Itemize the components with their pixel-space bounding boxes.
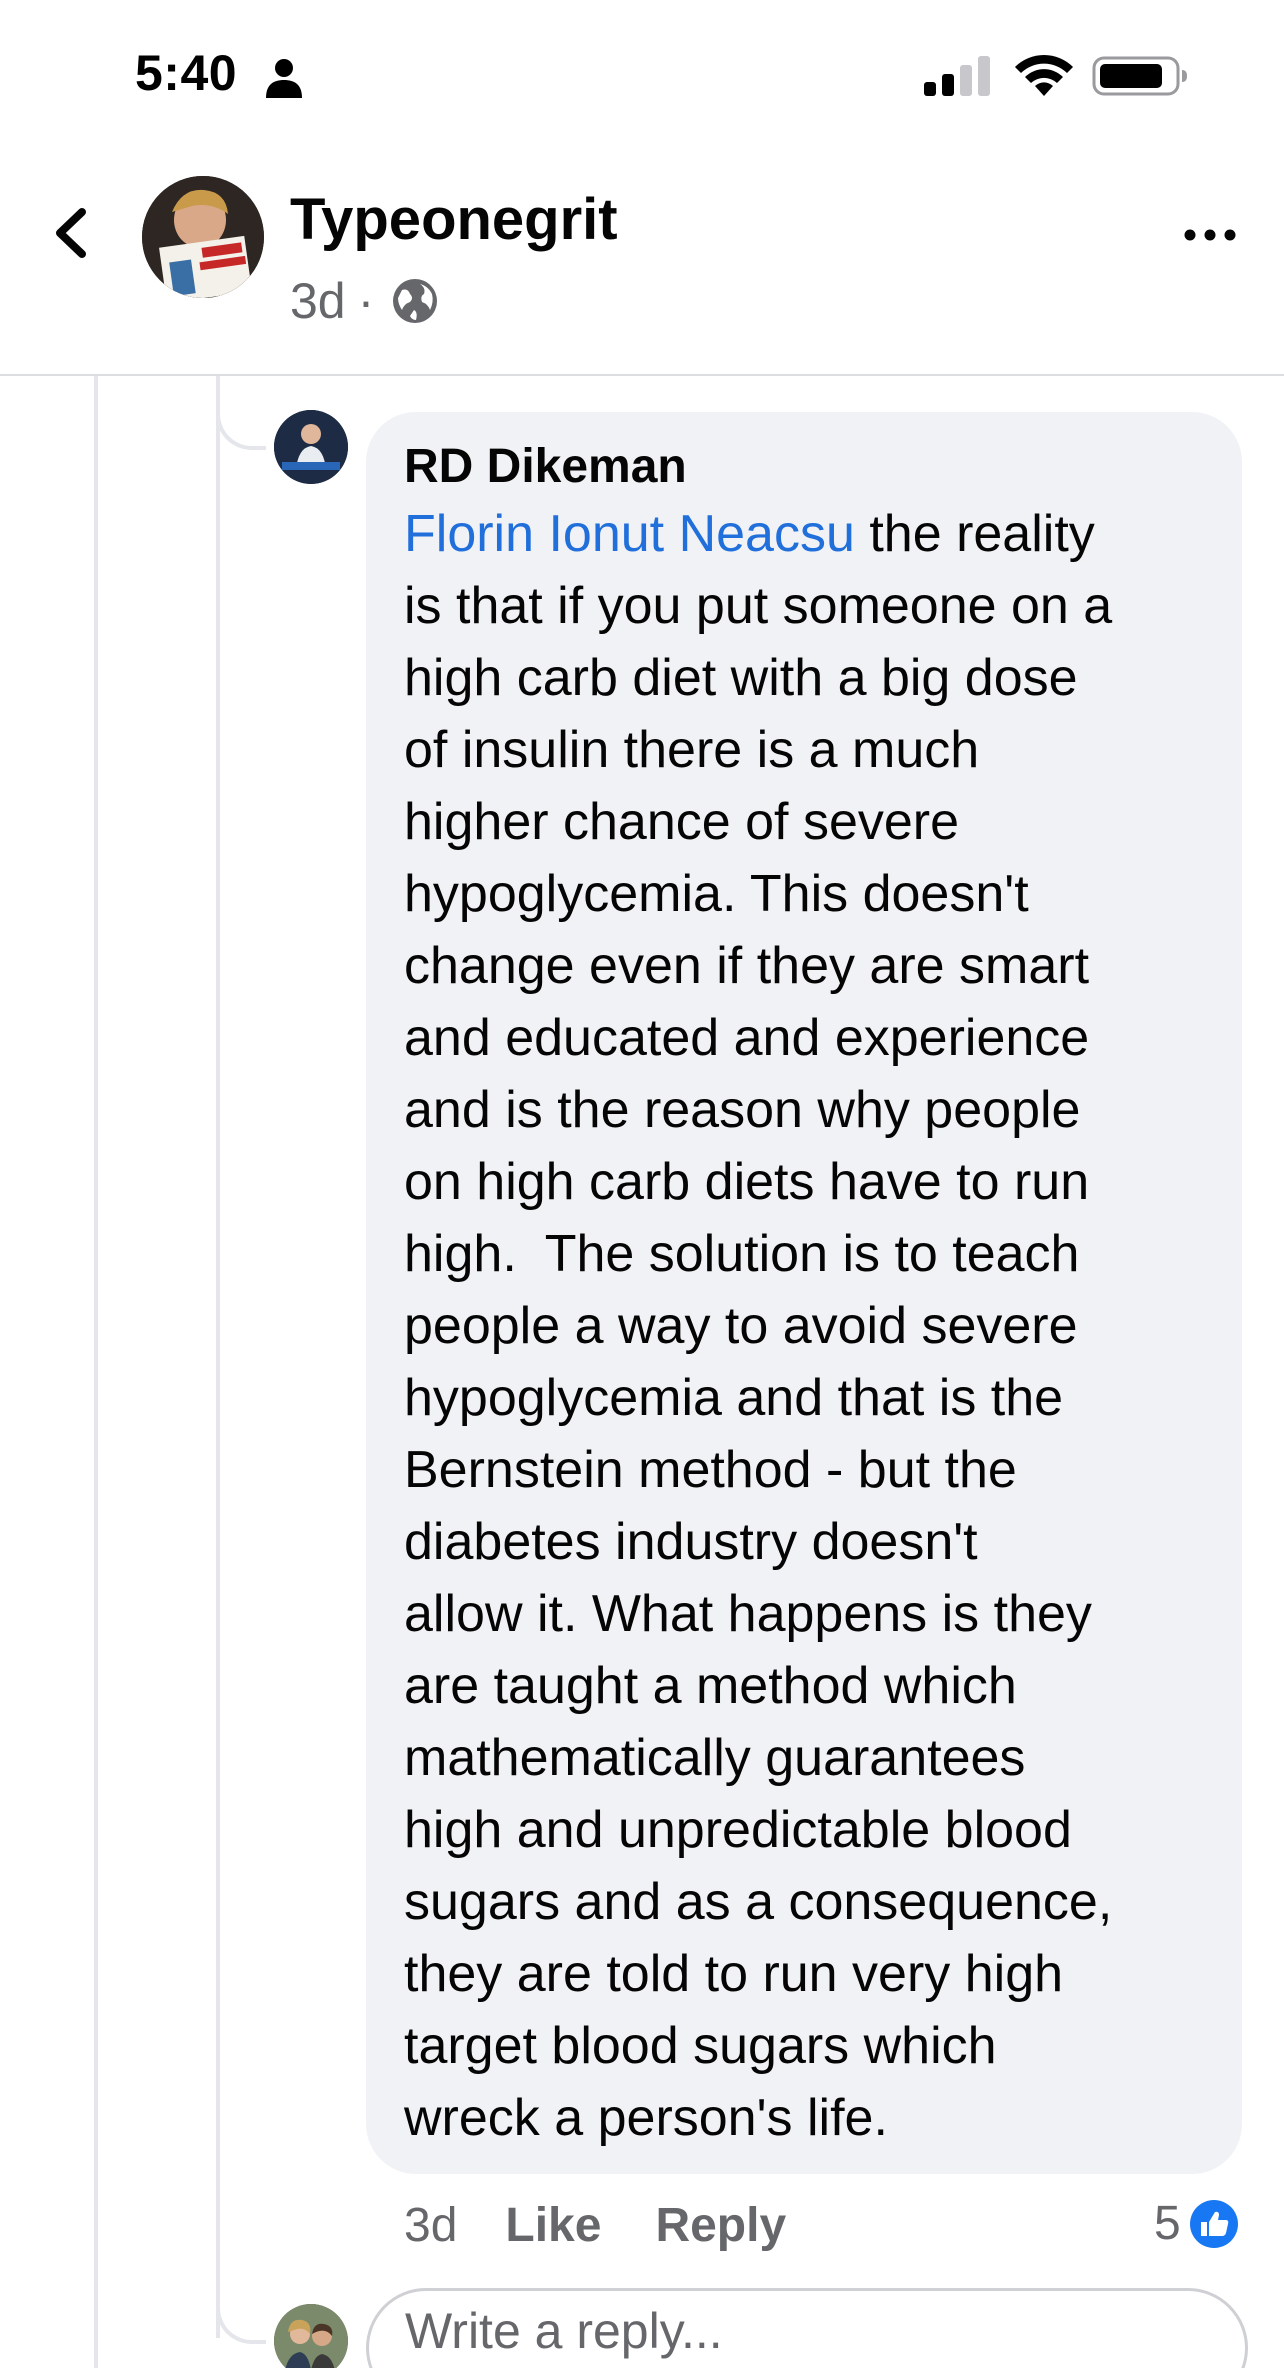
- current-user-avatar: [274, 2304, 348, 2368]
- comment-line: sugars and as a consequence,: [404, 1873, 1113, 1931]
- comment-line: change even if they are smart: [404, 937, 1090, 995]
- comment-line: mathematically guarantees: [404, 1729, 1026, 1787]
- like-reaction-icon: [1189, 2199, 1238, 2248]
- comment-line: and educated and experience: [404, 1009, 1090, 1067]
- comment-line: hypoglycemia. This doesn't: [404, 865, 1029, 923]
- globe-icon: [393, 279, 438, 323]
- page-title[interactable]: Typeonegrit: [290, 186, 618, 253]
- comment-actions: 3d Like Reply: [404, 2190, 786, 2260]
- comment-line: they are told to run very high: [404, 1945, 1064, 2003]
- person-icon: [266, 59, 302, 98]
- comment-line: higher chance of severe: [404, 793, 960, 851]
- signal-icon: [924, 56, 990, 96]
- status-time: 5:40: [135, 45, 238, 101]
- avatar-photo: [142, 176, 264, 298]
- comment-line: Florin Ionut Neacsu the reality: [404, 505, 1095, 563]
- comment-author-name[interactable]: RD Dikeman: [404, 436, 1204, 498]
- reaction-summary[interactable]: 5: [1154, 2196, 1239, 2251]
- comment-line: wreck a person's life.: [404, 2089, 888, 2147]
- thread-connector: [216, 390, 266, 450]
- comment-line: Bernstein method - but the: [404, 1441, 1017, 1499]
- header-divider: [0, 374, 1284, 376]
- comment-line: hypoglycemia and that is the: [404, 1369, 1064, 1427]
- meta-separator: ·: [357, 273, 375, 329]
- reply-placeholder: Write a reply...: [405, 2303, 723, 2359]
- comment-line: on high carb diets have to run: [404, 1153, 1090, 1211]
- thread-line: [94, 376, 98, 2368]
- comment-line: are taught a method which: [404, 1657, 1017, 1715]
- wifi-icon: [1015, 54, 1073, 96]
- comment-bubble: RD Dikeman Florin Ionut Neacsu the reali…: [366, 412, 1242, 2174]
- reply-input[interactable]: Write a reply...: [366, 2288, 1248, 2368]
- comment-line: diabetes industry doesn't: [404, 1513, 978, 1571]
- comment-line: and is the reason why people: [404, 1081, 1081, 1139]
- avatar-photo: [274, 2304, 348, 2368]
- reply-thread-line: [216, 376, 220, 2338]
- avatar-photo: [274, 410, 348, 484]
- comment-line: people a way to avoid severe: [404, 1297, 1078, 1355]
- comment-line: allow it. What happens is they: [404, 1585, 1092, 1643]
- comment-line: of insulin there is a much: [404, 721, 980, 779]
- comment-author-avatar[interactable]: [274, 410, 348, 484]
- comment-time[interactable]: 3d: [404, 2198, 457, 2253]
- comment-line: high and unpredictable blood: [404, 1801, 1072, 1859]
- more-options-button[interactable]: [1180, 220, 1240, 250]
- thread-connector: [216, 2280, 266, 2344]
- reaction-count: 5: [1154, 2197, 1181, 2250]
- post-age: 3d: [290, 273, 346, 329]
- comment-line: is that if you put someone on a: [404, 577, 1113, 635]
- like-button[interactable]: Like: [505, 2198, 601, 2253]
- comment-line: high carb diet with a big dose: [404, 649, 1078, 707]
- mention-link[interactable]: Florin Ionut Neacsu: [404, 505, 855, 563]
- comment-line: target blood sugars which: [404, 2017, 997, 2075]
- comment-text: Florin Ionut Neacsu the reality is that …: [404, 498, 1204, 2154]
- back-button[interactable]: [40, 198, 100, 268]
- comment-line: high. The solution is to teach: [404, 1225, 1080, 1283]
- page-avatar[interactable]: [142, 176, 264, 298]
- post-meta: 3d ·: [290, 272, 440, 330]
- reply-button[interactable]: Reply: [655, 2198, 786, 2253]
- battery-icon: [1092, 56, 1187, 96]
